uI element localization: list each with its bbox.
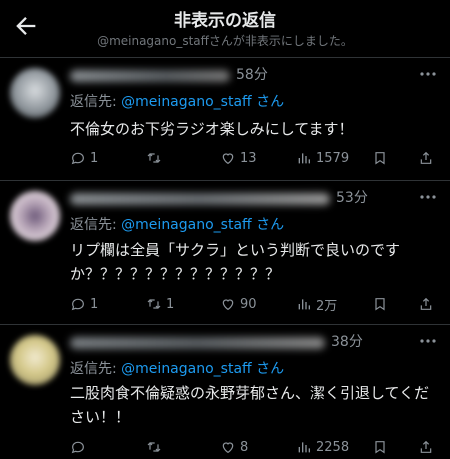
bookmark-icon bbox=[375, 441, 385, 454]
reply-text: 不倫女のお下劣ラジオ楽しみにしてます！ bbox=[70, 120, 354, 138]
share-button[interactable] bbox=[418, 437, 438, 457]
like-count: 8 bbox=[240, 439, 249, 455]
replying-to: 返信先: @meinagano_staff さん bbox=[70, 91, 284, 111]
share-icon bbox=[420, 440, 432, 453]
like-button[interactable]: 90 bbox=[220, 294, 257, 314]
bookmark-button[interactable] bbox=[372, 294, 392, 314]
page-title: 非表示の返信 bbox=[174, 11, 276, 31]
replying-to: 返信先: @meinagano_staff さん bbox=[70, 358, 284, 378]
replying-suffix: さん bbox=[251, 217, 285, 233]
action-bar: 8 2258 bbox=[70, 437, 445, 457]
reply-time[interactable]: 38分 bbox=[331, 331, 363, 351]
like-count: 13 bbox=[240, 150, 257, 166]
share-icon bbox=[420, 297, 432, 310]
share-icon bbox=[420, 151, 432, 164]
like-button[interactable]: 8 bbox=[220, 437, 248, 457]
replying-prefix: 返信先: bbox=[70, 94, 122, 110]
top-bar: 非表示の返信 @meinagano_staffさんが非表示にしました。 bbox=[0, 0, 450, 56]
reply-text: リプ欄は全員「サクラ」という判断で良いのですか？？？？？？？？？？？？？ bbox=[70, 241, 401, 283]
view-count: 1579 bbox=[316, 150, 350, 166]
speech-bubble-icon bbox=[71, 152, 84, 165]
reply-item[interactable]: 38分 返信先: @meinagano_staff さん 二股肉食不倫疑惑の永野… bbox=[0, 324, 450, 459]
bookmark-icon bbox=[375, 152, 385, 165]
replying-handle-link[interactable]: @meinagano_staff bbox=[121, 361, 252, 377]
retweet-button[interactable] bbox=[146, 437, 166, 457]
views-button[interactable]: 1579 bbox=[296, 148, 349, 168]
view-count: 2258 bbox=[316, 439, 350, 455]
more-dots-icon[interactable] bbox=[418, 333, 438, 349]
reply-time[interactable]: 58分 bbox=[236, 64, 268, 84]
bookmark-button[interactable] bbox=[372, 148, 392, 168]
action-bar: 1 13 1579 bbox=[70, 148, 445, 168]
retweet-button[interactable] bbox=[146, 148, 166, 168]
speech-bubble-icon bbox=[71, 441, 84, 454]
heart-icon bbox=[222, 153, 234, 165]
bar-chart-icon bbox=[298, 299, 310, 310]
reply-time[interactable]: 53分 bbox=[336, 187, 368, 207]
heart-icon bbox=[222, 299, 234, 311]
heart-icon bbox=[222, 442, 234, 454]
speech-bubble-icon bbox=[71, 298, 84, 311]
more-dots-icon[interactable] bbox=[418, 189, 438, 205]
bookmark-icon bbox=[375, 298, 385, 311]
like-count: 90 bbox=[240, 296, 257, 312]
blurred-username bbox=[70, 70, 230, 82]
reply-count: 1 bbox=[90, 150, 99, 166]
replying-prefix: 返信先: bbox=[70, 217, 122, 233]
avatar[interactable] bbox=[10, 191, 60, 241]
page-subtitle: @meinagano_staffさんが非表示にしました。 bbox=[97, 34, 353, 48]
avatar[interactable] bbox=[10, 335, 60, 385]
replying-handle-link[interactable]: @meinagano_staff bbox=[121, 217, 252, 233]
retweet-count: 1 bbox=[166, 296, 175, 312]
bar-chart-icon bbox=[298, 442, 310, 453]
bookmark-button[interactable] bbox=[372, 437, 392, 457]
retweet-icon bbox=[147, 299, 161, 309]
retweet-icon bbox=[147, 442, 161, 452]
replying-to: 返信先: @meinagano_staff さん bbox=[70, 214, 284, 234]
share-button[interactable] bbox=[418, 294, 438, 314]
views-button[interactable]: 2258 bbox=[296, 437, 349, 457]
retweet-icon bbox=[147, 153, 161, 163]
reply-item[interactable]: 58分 返信先: @meinagano_staff さん 不倫女のお下劣ラジオ楽… bbox=[0, 57, 450, 179]
reply-text: 二股肉食不倫疑惑の永野芽郁さん、潔く引退してください！！ bbox=[70, 384, 430, 426]
more-dots-icon[interactable] bbox=[418, 66, 438, 82]
like-button[interactable]: 13 bbox=[220, 148, 257, 168]
replying-prefix: 返信先: bbox=[70, 361, 122, 377]
replying-suffix: さん bbox=[251, 361, 285, 377]
reply-item[interactable]: 53分 返信先: @meinagano_staff さん リプ欄は全員「サクラ」… bbox=[0, 180, 450, 323]
view-count: 2万 bbox=[316, 298, 338, 314]
reply-count: 1 bbox=[90, 296, 99, 312]
avatar[interactable] bbox=[10, 68, 60, 118]
blurred-username bbox=[70, 193, 330, 205]
share-button[interactable] bbox=[418, 148, 438, 168]
blurred-username bbox=[70, 337, 325, 349]
bar-chart-icon bbox=[298, 153, 310, 164]
replying-suffix: さん bbox=[251, 94, 285, 110]
views-button[interactable]: 2万 bbox=[296, 294, 337, 314]
reply-button[interactable]: 1 bbox=[70, 148, 98, 168]
replying-handle-link[interactable]: @meinagano_staff bbox=[121, 94, 252, 110]
retweet-button[interactable]: 1 bbox=[146, 294, 174, 314]
reply-button[interactable]: 1 bbox=[70, 294, 98, 314]
reply-button[interactable] bbox=[70, 437, 90, 457]
action-bar: 1 1 90 2万 bbox=[70, 294, 445, 314]
